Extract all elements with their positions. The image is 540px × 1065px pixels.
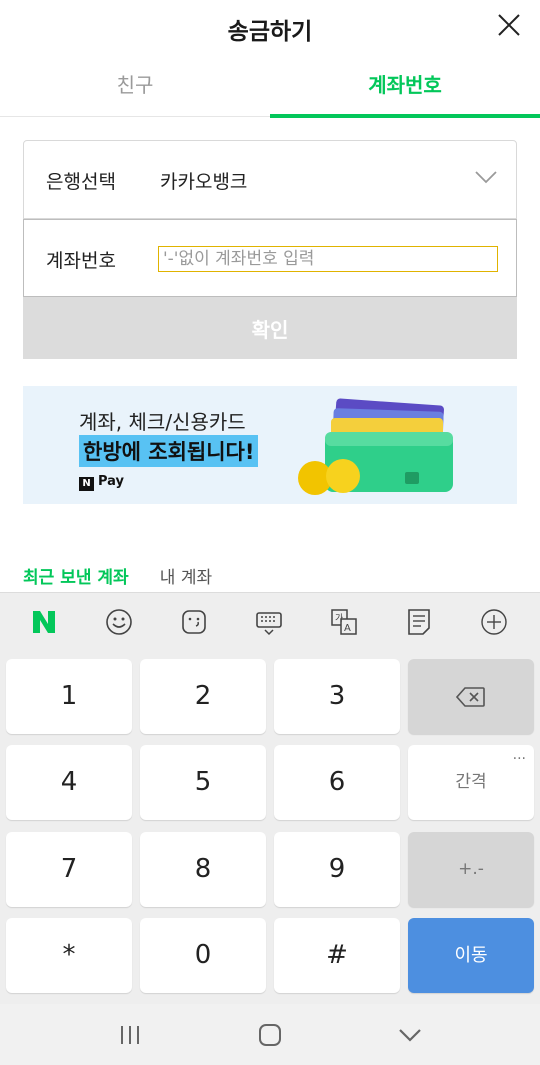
key-5[interactable]: 5 [140,745,266,820]
naver-n-mark: N [79,477,94,491]
key-1[interactable]: 1 [6,659,132,734]
sticker-icon[interactable] [178,606,210,638]
backspace-icon [455,686,485,707]
keyboard-toolbar: 가 A [0,593,540,651]
key-star[interactable]: * [6,918,132,993]
numeric-keyboard: 가 A 1 2 3 4 5 6 간격 ... 7 8 9 +.- * 0 # 이… [0,592,540,1004]
emoji-icon[interactable] [103,606,135,638]
tab-my-accounts[interactable]: 내 계좌 [160,568,212,588]
naver-pay-logo: N Pay [79,474,124,491]
key-hash[interactable]: # [274,918,400,993]
system-nav-bar [0,1004,540,1065]
account-number-row: 계좌번호 [23,219,517,297]
recent-apps-icon[interactable] [116,1022,144,1048]
confirm-button[interactable]: 확인 [23,297,517,359]
key-3[interactable]: 3 [274,659,400,734]
keyboard-icon[interactable] [253,606,285,638]
tab-recent-accounts[interactable]: 최근 보낸 계좌 [23,568,129,588]
more-options-icon: ... [512,747,526,763]
close-icon[interactable] [496,12,522,38]
bank-select[interactable]: 은행선택 카카오뱅크 [23,140,517,219]
space-key-label: 간격 [455,772,487,792]
bank-select-value: 카카오뱅크 [160,171,248,193]
key-2[interactable]: 2 [140,659,266,734]
recent-account-tabs: 최근 보낸 계좌 내 계좌 [23,563,238,591]
home-icon[interactable] [256,1022,284,1048]
promo-banner[interactable]: 계좌, 체크/신용카드 한방에 조회됩니다! N Pay [23,386,517,504]
backspace-key[interactable] [408,659,534,734]
naver-logo-icon[interactable] [28,606,60,638]
memo-icon[interactable] [403,606,435,638]
svg-text:가: 가 [335,613,343,624]
wallet-cards-illustration [298,398,453,495]
chevron-down-icon [475,171,497,184]
key-9[interactable]: 9 [274,832,400,907]
symbols-key[interactable]: +.- [408,832,534,907]
banner-line2: 한방에 조회됩니다! [79,435,259,467]
translate-icon[interactable]: 가 A [328,606,360,638]
key-8[interactable]: 8 [140,832,266,907]
plus-icon[interactable] [478,606,510,638]
banner-line1: 계좌, 체크/신용카드 [79,410,246,434]
tab-friends[interactable]: 친구 [0,60,270,117]
header: 송금하기 [0,0,540,58]
account-form: 은행선택 카카오뱅크 계좌번호 확인 [23,140,517,359]
account-number-label: 계좌번호 [46,250,116,272]
key-4[interactable]: 4 [6,745,132,820]
tab-account-number[interactable]: 계좌번호 [270,60,540,118]
bank-select-label: 은행선택 [46,171,116,193]
svg-text:A: A [344,623,351,634]
back-icon[interactable] [396,1022,424,1048]
go-key[interactable]: 이동 [408,918,534,993]
key-0[interactable]: 0 [140,918,266,993]
account-number-input[interactable] [158,246,498,272]
key-7[interactable]: 7 [6,832,132,907]
space-key[interactable]: 간격 ... [408,745,534,820]
naver-pay-text: Pay [98,474,125,489]
page-title: 송금하기 [227,19,313,45]
tab-bar: 친구 계좌번호 [0,60,540,118]
key-6[interactable]: 6 [274,745,400,820]
